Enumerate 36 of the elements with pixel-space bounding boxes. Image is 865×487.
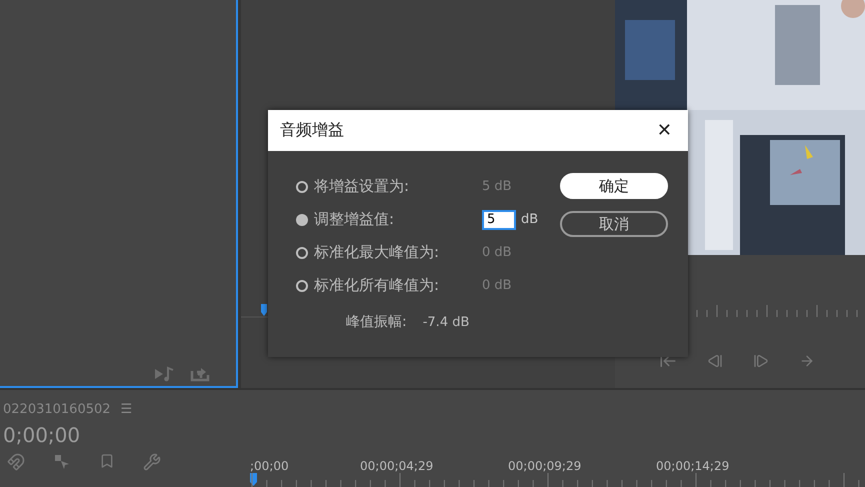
ruler-timecode: ;00;00 xyxy=(250,459,290,473)
dialog-title: 音频增益 xyxy=(280,120,344,141)
ruler-timecode: 00;00;14;29 xyxy=(656,459,730,473)
radio-circle-icon[interactable] xyxy=(296,246,308,258)
radio-circle-icon[interactable] xyxy=(296,280,308,292)
cancel-button[interactable]: 取消 xyxy=(560,211,668,237)
gain-input-field[interactable]: 5 xyxy=(482,210,516,230)
close-button[interactable]: ✕ xyxy=(650,120,678,141)
radio-circle-icon[interactable] xyxy=(296,180,308,192)
linked-selection-icon[interactable] xyxy=(53,453,71,471)
value-readout: 0 dB xyxy=(482,278,513,293)
wrench-icon[interactable] xyxy=(143,453,161,471)
timecode[interactable]: 0;00;00 xyxy=(3,423,245,447)
option-label: 标准化所有峰值为: xyxy=(314,276,440,295)
radio-option[interactable]: 标准化所有峰值为: xyxy=(296,276,482,295)
radio-option[interactable]: 调整增益值: xyxy=(296,210,482,229)
radio-option[interactable]: 标准化最大峰值为: xyxy=(296,243,482,262)
play-audio-icon[interactable] xyxy=(154,366,176,382)
value-readout: 0 dB xyxy=(482,245,513,260)
unit-label: dB xyxy=(521,212,538,227)
radio-option[interactable]: 将增益设置为: xyxy=(296,177,482,196)
option-label: 标准化最大峰值为: xyxy=(314,243,440,262)
option-label: 调整增益值: xyxy=(314,210,394,229)
step-forward-icon[interactable] xyxy=(753,353,769,369)
step-back-icon[interactable] xyxy=(707,353,723,369)
radio-circle-icon[interactable] xyxy=(296,214,308,226)
ruler-timecode: 00;00;04;29 xyxy=(360,459,434,473)
ok-button[interactable]: 确定 xyxy=(560,173,668,199)
export-icon[interactable] xyxy=(190,366,210,382)
ruler-timecode: 00;00;09;29 xyxy=(508,459,582,473)
marker-icon[interactable] xyxy=(99,453,115,469)
value-readout: 5 dB xyxy=(482,179,513,194)
magnet-icon[interactable] xyxy=(7,453,25,471)
peak-label: 峰值振幅: xyxy=(346,313,407,331)
option-label: 将增益设置为: xyxy=(314,177,410,196)
peak-value: -7.4 dB xyxy=(422,314,470,330)
